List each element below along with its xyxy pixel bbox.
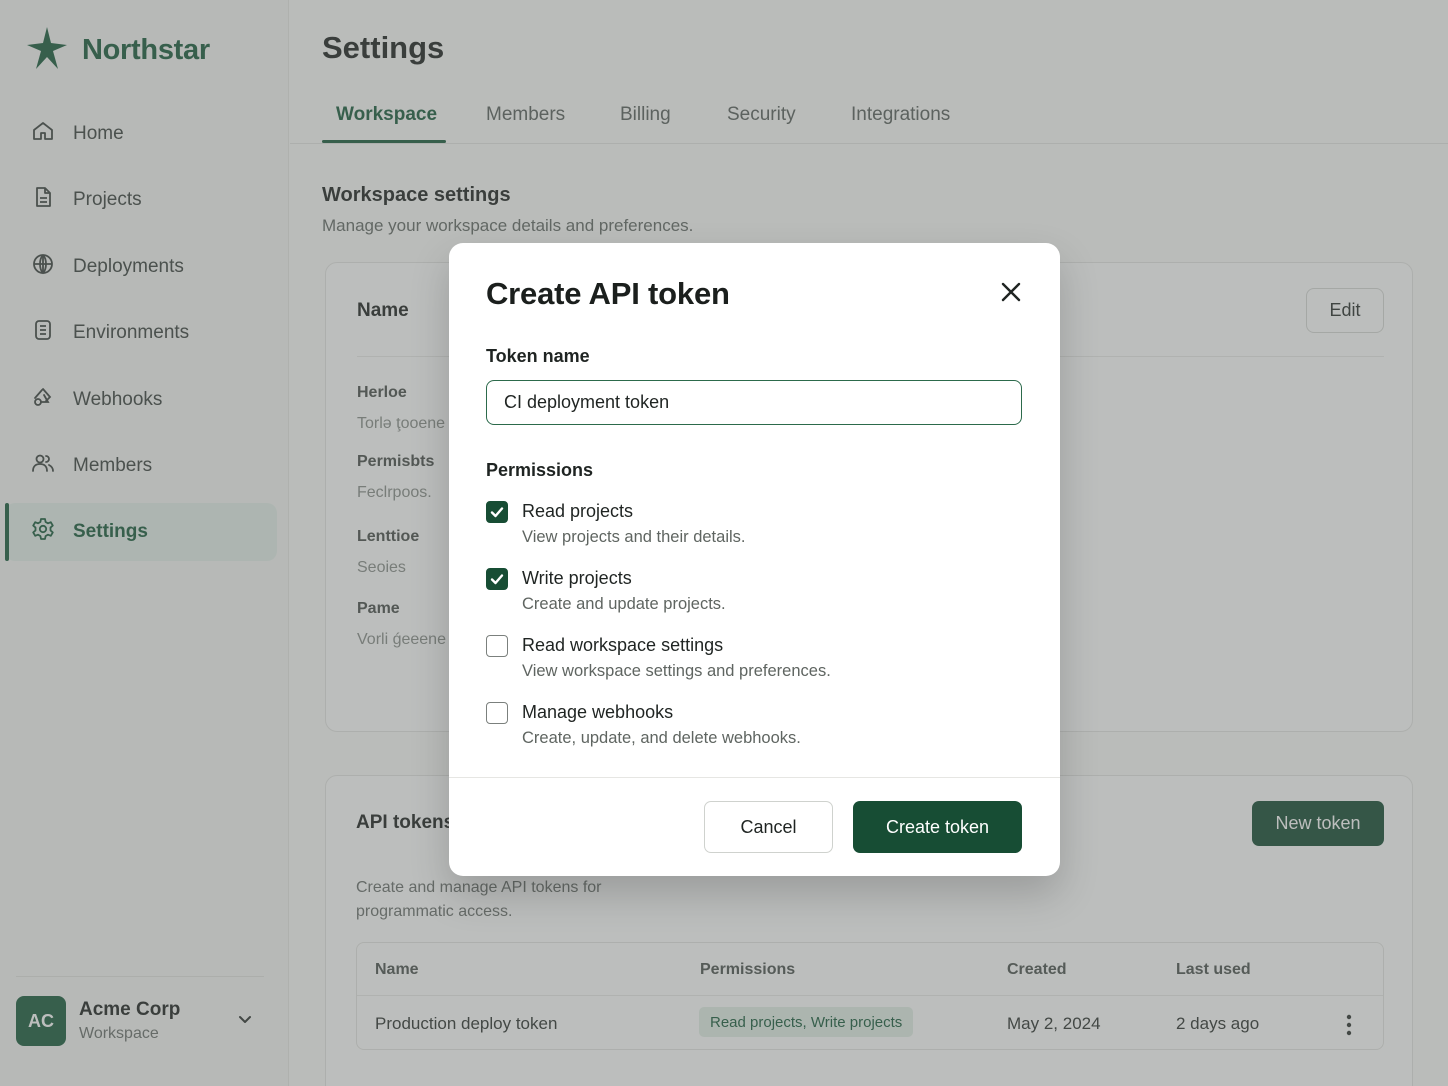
modal-footer-divider [449, 777, 1060, 778]
permission-name[interactable]: Write projects [522, 568, 632, 589]
permission-description: View workspace settings and preferences. [522, 662, 831, 680]
checkmark-icon [490, 574, 504, 585]
token-name-input[interactable] [486, 380, 1022, 425]
manage-webhooks-checkbox[interactable] [486, 702, 508, 724]
modal-title: Create API token [486, 276, 730, 311]
cancel-button[interactable]: Cancel [704, 801, 833, 853]
read-projects-checkbox[interactable] [486, 501, 508, 523]
permissions-label: Permissions [486, 460, 594, 480]
permission-name[interactable]: Read workspace settings [522, 635, 723, 656]
close-icon[interactable] [998, 279, 1024, 305]
create-token-button[interactable]: Create token [853, 801, 1022, 853]
write-projects-checkbox[interactable] [486, 568, 508, 590]
permission-description: View projects and their details. [522, 528, 746, 546]
token-name-label: Token name [486, 346, 590, 366]
permission-name[interactable]: Read projects [522, 501, 633, 522]
permission-name[interactable]: Manage webhooks [522, 702, 673, 723]
permission-description: Create, update, and delete webhooks. [522, 729, 801, 747]
create-token-modal: Create API token Token name Permissions … [449, 243, 1060, 876]
permission-description: Create and update projects. [522, 595, 726, 613]
checkmark-icon [490, 507, 504, 518]
read-workspace-settings-checkbox[interactable] [486, 635, 508, 657]
